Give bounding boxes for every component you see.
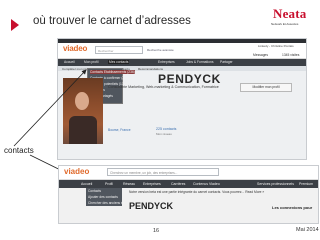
- notice-banner: Notre version beta est une partie intégr…: [129, 190, 265, 194]
- nav2-reseau[interactable]: Réseau: [123, 182, 135, 186]
- nav2-carrieres[interactable]: Carrières: [171, 182, 185, 186]
- dropdown2-contacts[interactable]: Contacts: [88, 189, 101, 193]
- nav2-services[interactable]: Services professionnels: [257, 182, 294, 186]
- dropdown2-alumni[interactable]: Chercher des anciens élèves: [88, 201, 131, 205]
- profile-name-2: PENDYCK: [129, 201, 174, 211]
- arrow-to-dropdown: [13, 69, 87, 147]
- search-input-2[interactable]: Cherchez un membre, un job, des entrepri…: [107, 168, 219, 176]
- network-dropdown: Contacts Ajouter des contacts Chercher d…: [86, 188, 131, 206]
- nav2-accueil[interactable]: Accueil: [81, 182, 92, 186]
- viadeo-logo-2[interactable]: viadeo: [64, 167, 89, 176]
- page-number: 16: [153, 228, 160, 234]
- nav2-entreprises[interactable]: Entreprises: [143, 182, 161, 186]
- nav2-premium[interactable]: Premium: [299, 182, 313, 186]
- site-header-2: viadeo Cherchez un membre, un job, des e…: [59, 166, 318, 180]
- slide-date: Mai 2014: [296, 227, 319, 233]
- nav2-contenus[interactable]: Contenus Viadeo: [193, 182, 220, 186]
- contacts-callout-label: contacts: [4, 146, 34, 155]
- nav2-profil[interactable]: Profil: [105, 182, 113, 186]
- side-panel-title: Les connexions pour: [272, 205, 313, 210]
- viadeo-network-screenshot: viadeo Cherchez un membre, un job, des e…: [58, 165, 319, 224]
- dropdown2-add-contacts[interactable]: Ajouter des contacts: [88, 195, 118, 199]
- main-nav-2: Accueil Profil Réseau Entreprises Carriè…: [59, 180, 318, 188]
